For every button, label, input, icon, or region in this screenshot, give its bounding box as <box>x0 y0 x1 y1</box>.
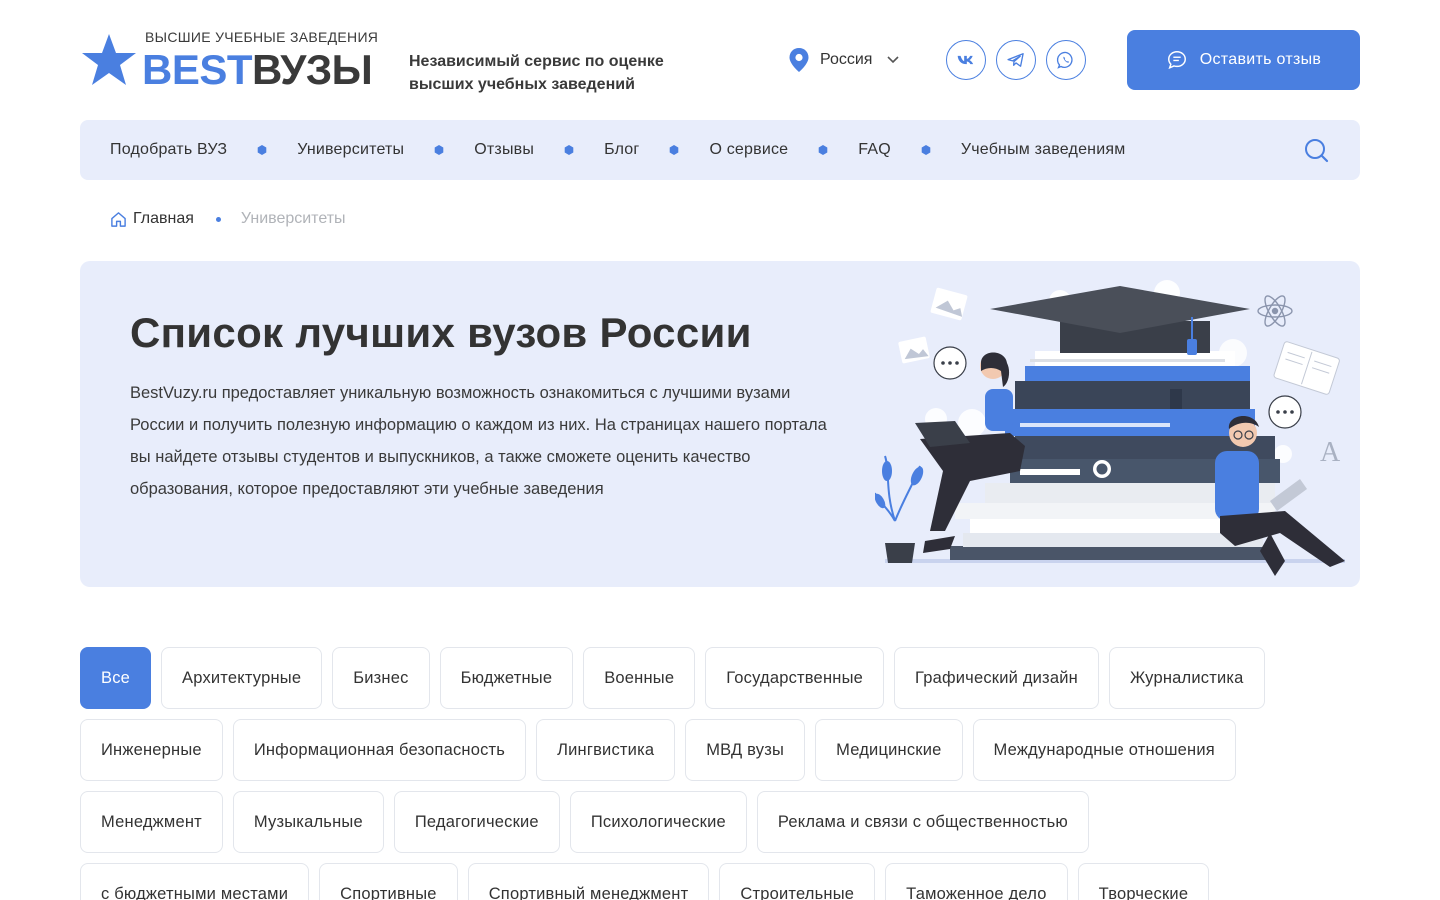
filter-chip[interactable]: Лингвистика <box>536 719 676 781</box>
nav-separator-icon <box>434 145 444 155</box>
nav-separator-icon <box>921 145 931 155</box>
filter-chip[interactable]: Бизнес <box>332 647 430 709</box>
region-name: Россия <box>820 51 873 68</box>
logo-wordmark: BESTВУЗЫ <box>142 46 373 94</box>
tagline-line-1: Независимый сервис по оценке <box>409 53 664 70</box>
leave-review-label: Оставить отзыв <box>1199 51 1322 68</box>
filter-chip-all[interactable]: Все <box>80 647 152 709</box>
nav-item-faq[interactable]: FAQ <box>858 141 891 159</box>
nav-item-blog[interactable]: Блог <box>604 141 639 159</box>
hero-description: BestVuzy.ru предоставляет уникальную воз… <box>130 384 827 498</box>
logo-best: BEST <box>142 46 253 93</box>
nav-separator-icon <box>257 145 267 155</box>
chevron-down-icon <box>887 56 900 64</box>
logo-subtitle: ВЫСШИЕ УЧЕБНЫЕ ЗАВЕДЕНИЯ <box>145 29 379 45</box>
site-header: ВЫСШИЕ УЧЕБНЫЕ ЗАВЕДЕНИЯ BESTВУЗЫ Незави… <box>80 24 1360 96</box>
filter-chip[interactable]: Музыкальные <box>232 791 384 853</box>
logo[interactable]: ВЫСШИЕ УЧЕБНЫЕ ЗАВЕДЕНИЯ BESTВУЗЫ <box>80 24 400 96</box>
filter-chip[interactable]: Архитектурные <box>161 647 323 709</box>
breadcrumb-separator <box>215 216 221 222</box>
nav-item-for-institutions[interactable]: Учебным заведениям <box>961 141 1126 159</box>
page-title: Список лучших вузов России <box>130 309 752 356</box>
nav-item-universities[interactable]: Университеты <box>297 141 404 159</box>
category-filters: Все Архитектурные Бизнес Бюджетные Военн… <box>80 647 1360 900</box>
filter-chip[interactable]: Медицинские <box>815 719 963 781</box>
leave-review-button[interactable]: Оставить отзыв <box>1127 30 1360 90</box>
nav-separator-icon <box>670 145 679 155</box>
filter-chip[interactable]: с бюджетными местами <box>80 863 310 900</box>
whatsapp-link[interactable] <box>1046 40 1086 80</box>
telegram-link[interactable] <box>996 40 1036 80</box>
vk-link[interactable] <box>946 40 986 80</box>
nav-item-choose-university[interactable]: Подобрать ВУЗ <box>110 141 227 159</box>
tagline-line-2: высших учебных заведений <box>409 76 635 93</box>
filter-row: Менеджмент Музыкальные Педагогические Пс… <box>80 791 1360 853</box>
nav-item-about[interactable]: О сервисе <box>709 141 788 159</box>
hero-banner: Список лучших вузов России BestVuzy.ru п… <box>80 261 1360 587</box>
filter-chip[interactable]: Журналистика <box>1108 647 1265 709</box>
star-logo-icon <box>82 34 136 85</box>
breadcrumb: Главная Университеты <box>110 210 346 228</box>
filter-chip[interactable]: Менеджмент <box>80 791 223 853</box>
filter-chip[interactable]: МВД вузы <box>685 719 806 781</box>
filter-chip[interactable]: Информационная безопасность <box>232 719 527 781</box>
filter-chip[interactable]: Педагогические <box>393 791 560 853</box>
filter-chip[interactable]: Государственные <box>705 647 884 709</box>
chat-bubble-icon <box>1167 51 1186 70</box>
filter-chip[interactable]: Спортивные <box>319 863 458 900</box>
filter-chip[interactable]: Бюджетные <box>439 647 574 709</box>
logo-vuzy: ВУЗЫ <box>252 46 373 93</box>
filter-row: Все Архитектурные Бизнес Бюджетные Военн… <box>80 647 1360 709</box>
nav-separator-icon <box>818 145 828 155</box>
home-icon <box>111 211 126 227</box>
telegram-icon <box>1007 53 1024 67</box>
social-links <box>946 40 1086 80</box>
vk-icon <box>957 55 974 65</box>
filter-chip[interactable]: Таможенное дело <box>885 863 1068 900</box>
filter-chip[interactable]: Строительные <box>719 863 876 900</box>
search-icon[interactable] <box>1304 138 1330 164</box>
filter-chip[interactable]: Инженерные <box>80 719 223 781</box>
location-pin-icon <box>789 48 809 72</box>
main-nav: Подобрать ВУЗ Университеты Отзывы Блог О… <box>80 120 1360 180</box>
filter-chip[interactable]: Психологические <box>569 791 747 853</box>
region-selector[interactable]: Россия <box>788 46 900 74</box>
filter-chip[interactable]: Военные <box>583 647 696 709</box>
filter-row: с бюджетными местами Спортивные Спортивн… <box>80 863 1360 900</box>
filter-chip[interactable]: Творческие <box>1077 863 1210 900</box>
filter-chip[interactable]: Международные отношения <box>972 719 1236 781</box>
filter-chip[interactable]: Реклама и связи с общественностью <box>756 791 1089 853</box>
filter-chip[interactable]: Графический дизайн <box>894 647 1099 709</box>
filter-chip[interactable]: Спортивный менеджмент <box>467 863 710 900</box>
education-illustration: A <box>875 280 1345 576</box>
tagline: Независимый сервис по оценке высших учеб… <box>409 50 709 96</box>
nav-item-reviews[interactable]: Отзывы <box>474 141 534 159</box>
breadcrumb-home[interactable]: Главная <box>133 210 194 228</box>
svg-text:A: A <box>1320 437 1341 468</box>
breadcrumb-current: Университеты <box>240 210 346 227</box>
whatsapp-icon <box>1056 51 1073 69</box>
filter-row: Инженерные Информационная безопасность Л… <box>80 719 1360 781</box>
nav-separator-icon <box>564 145 574 155</box>
